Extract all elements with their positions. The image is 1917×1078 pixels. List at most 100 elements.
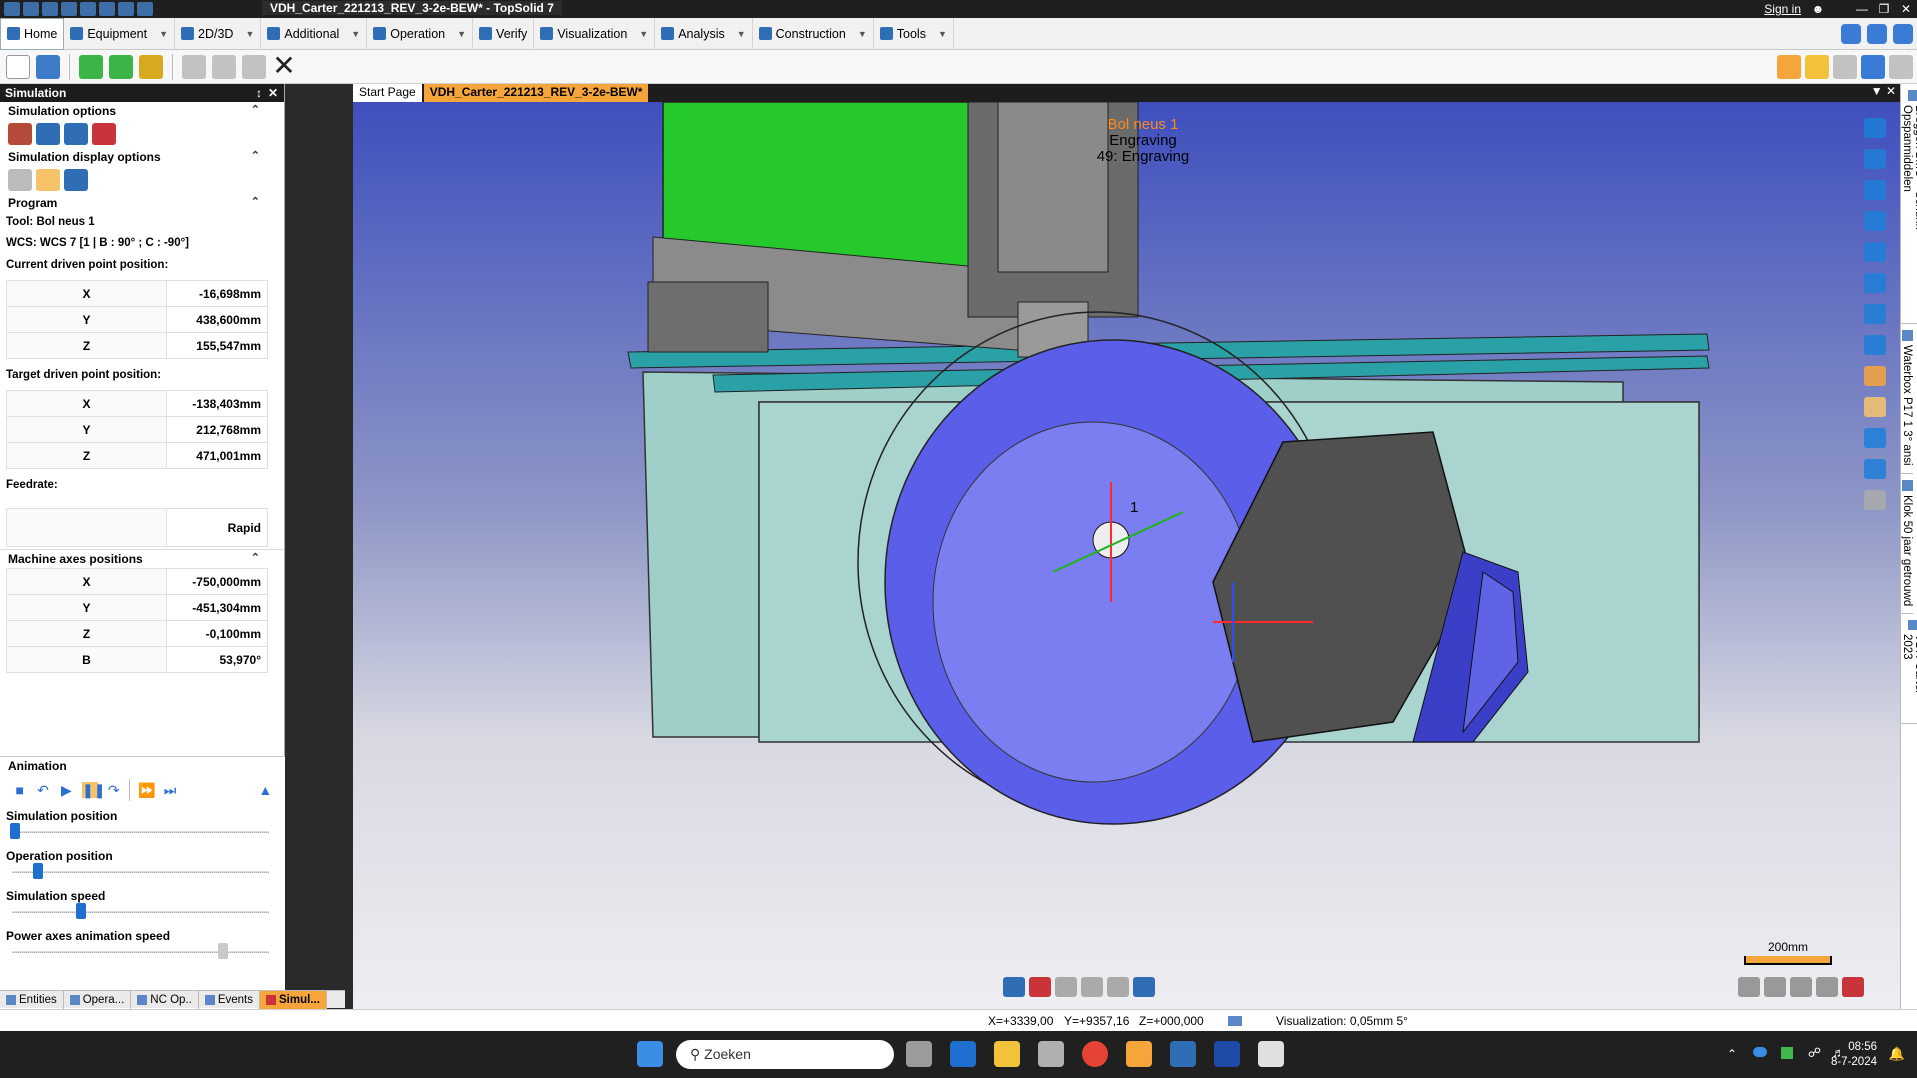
layout-icon[interactable] — [1777, 55, 1801, 79]
pin-icon[interactable]: ↕ — [256, 84, 262, 102]
simulation-speed-slider[interactable]: Simulation speed — [0, 885, 285, 925]
rewind-icon[interactable]: ↶ — [35, 782, 50, 798]
tab-menu-icon[interactable]: ▼ ✕ — [1871, 84, 1896, 98]
chevron-down-icon[interactable]: ▼ — [737, 29, 746, 39]
play-icon[interactable]: ▶ — [59, 782, 74, 798]
stop-icon[interactable]: ■ — [12, 782, 27, 798]
pointer-icon[interactable] — [1864, 490, 1886, 510]
skip-end-icon[interactable]: ⏭ — [162, 782, 177, 798]
wrench-icon[interactable] — [1841, 24, 1861, 44]
start-icon[interactable] — [637, 1041, 663, 1067]
simulation-options-section[interactable]: Simulation options ⌃ — [0, 102, 284, 120]
layers-option-icon[interactable] — [92, 123, 116, 145]
visual-studio-icon[interactable] — [1170, 1041, 1196, 1067]
menu-equipment[interactable]: Equipment ▼ — [64, 17, 176, 50]
chrome-icon[interactable] — [1082, 1041, 1108, 1067]
user-icon[interactable]: ☻ — [1807, 0, 1829, 18]
refresh-icon[interactable] — [137, 2, 153, 16]
display-toolpath-icon[interactable] — [8, 169, 32, 191]
slider-track[interactable] — [12, 951, 269, 953]
chevron-down-icon[interactable]: ▼ — [159, 29, 168, 39]
menu-operation[interactable]: Operation ▼ — [367, 17, 474, 50]
sign-in-link[interactable]: Sign in — [1764, 2, 1801, 16]
display-axes-icon[interactable] — [36, 169, 60, 191]
nvidia-icon[interactable] — [1781, 1047, 1793, 1059]
window-icon[interactable] — [1864, 242, 1886, 262]
task-view-icon[interactable] — [906, 1041, 932, 1067]
tab-entities[interactable]: Entities — [0, 991, 64, 1009]
tab-operations[interactable]: Opera... — [64, 991, 132, 1009]
dock-icon[interactable] — [1889, 55, 1913, 79]
tab-simulation[interactable]: Simul... — [260, 991, 327, 1009]
chevron-up-icon[interactable]: ⌃ — [251, 149, 260, 162]
slider-track[interactable] — [12, 831, 269, 833]
slider-thumb[interactable] — [32, 863, 43, 879]
new-document-icon[interactable] — [6, 54, 30, 79]
side-tab-waterbox[interactable]: Waterbox P17 1 3° ansi — [1901, 324, 1913, 474]
tab-nc-operations[interactable]: NC Op.. — [131, 991, 199, 1009]
program-section[interactable]: Program ⌃ — [0, 194, 284, 212]
visualization-icon[interactable] — [1228, 1016, 1242, 1026]
move-icon[interactable] — [1864, 118, 1886, 138]
chevron-down-icon[interactable]: ▼ — [351, 29, 360, 39]
menu-analysis[interactable]: Analysis ▼ — [655, 17, 753, 50]
delete-icon[interactable]: ✕ — [272, 51, 296, 79]
tab-document[interactable]: VDH_Carter_221213_REV_3-2e-BEW* — [423, 84, 649, 102]
tab-events[interactable]: Events — [199, 991, 260, 1009]
paint-icon[interactable] — [1864, 366, 1886, 386]
side-tab-breggen[interactable]: Breggen BMO + Schunk Opspanmiddelen — [1901, 84, 1917, 324]
undo-icon[interactable] — [80, 2, 96, 16]
onedrive-icon[interactable] — [1753, 1047, 1767, 1057]
settings-icon[interactable] — [1861, 55, 1885, 79]
export-icon[interactable] — [109, 54, 133, 79]
topsolid-icon[interactable] — [1126, 1041, 1152, 1067]
stock-option-icon[interactable] — [64, 123, 88, 145]
paste-icon[interactable] — [242, 54, 266, 79]
slider-thumb[interactable] — [9, 823, 20, 839]
import-icon[interactable] — [79, 54, 103, 79]
side-tab-carter[interactable]: VDH-Carter 2023 — [1901, 614, 1917, 724]
simulation-position-slider[interactable]: Simulation position — [0, 805, 285, 845]
cut-icon[interactable] — [182, 54, 206, 79]
save-icon[interactable] — [23, 2, 39, 16]
sketch-icon[interactable] — [118, 2, 134, 16]
normals-icon[interactable] — [1133, 977, 1155, 997]
app-icon[interactable] — [4, 2, 20, 16]
taskbar-clock[interactable]: 08:56 8-7-2024 — [1831, 1040, 1877, 1070]
shaded-icon[interactable] — [1029, 977, 1051, 997]
zoom-window-icon[interactable] — [1864, 273, 1886, 293]
chevron-down-icon[interactable]: ▼ — [245, 29, 254, 39]
update-icon[interactable] — [139, 54, 163, 79]
side-tab-klok[interactable]: Klok 50 jaar getrouwd — [1901, 474, 1913, 614]
chevron-down-icon[interactable]: ▼ — [938, 29, 947, 39]
menu-visualization[interactable]: Visualization ▼ — [534, 17, 656, 50]
close-icon[interactable]: ✕ — [268, 84, 278, 102]
bm-icon[interactable] — [1214, 1041, 1240, 1067]
restore-button[interactable]: ❐ — [1873, 0, 1895, 18]
network-icon[interactable]: ☍ — [1808, 1045, 1821, 1061]
copy-icon[interactable] — [212, 54, 236, 79]
step-forward-icon[interactable]: ↷ — [106, 782, 121, 798]
chevron-down-icon[interactable]: ▼ — [457, 29, 466, 39]
chevron-up-icon[interactable]: ⌃ — [251, 103, 260, 116]
question-icon[interactable] — [1864, 397, 1886, 417]
simulation-display-options-section[interactable]: Simulation display options ⌃ — [0, 148, 284, 166]
close-window-button[interactable]: ✕ — [1895, 0, 1917, 18]
view-right-icon[interactable] — [1816, 977, 1838, 997]
menu-2d3d[interactable]: 2D/3D ▼ — [175, 17, 262, 50]
zoom-icon[interactable] — [1867, 24, 1887, 44]
menu-additional[interactable]: Additional ▼ — [261, 17, 368, 50]
zoom-icon[interactable] — [1864, 304, 1886, 324]
view-cube-icon[interactable] — [1864, 335, 1886, 355]
slider-track[interactable] — [12, 871, 269, 873]
view-section-icon[interactable] — [1842, 977, 1864, 997]
pause-icon[interactable]: ❚❚ — [82, 782, 106, 798]
rotate-icon[interactable] — [1864, 149, 1886, 169]
explorer-icon[interactable] — [994, 1041, 1020, 1067]
chevron-down-icon[interactable]: ▼ — [858, 29, 867, 39]
chevron-up-icon[interactable]: ⌃ — [251, 551, 260, 564]
section-icon[interactable] — [1864, 428, 1886, 448]
open-document-icon[interactable] — [36, 54, 60, 79]
menu-tools[interactable]: Tools ▼ — [874, 17, 954, 50]
edges-icon[interactable] — [1081, 977, 1103, 997]
